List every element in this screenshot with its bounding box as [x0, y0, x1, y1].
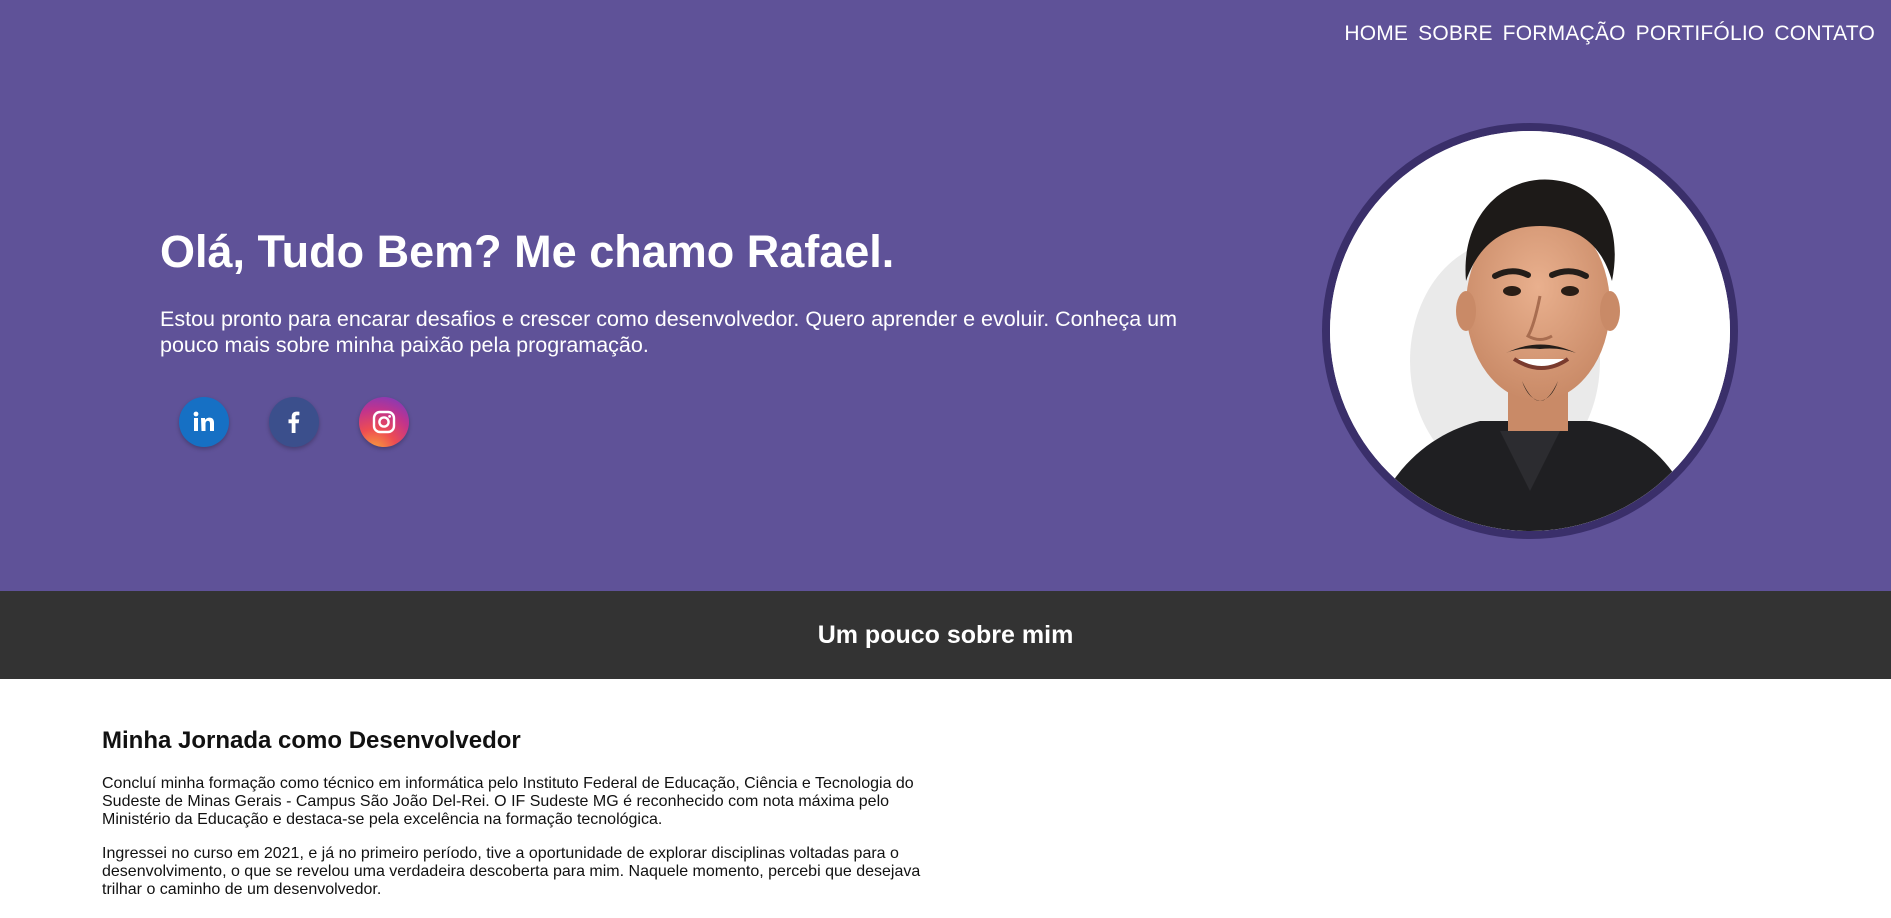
about-paragraph: Concluí minha formação como técnico em i… [102, 775, 914, 828]
nav-sobre[interactable]: SOBRE [1418, 22, 1493, 46]
about-section: Minha Jornada como Desenvolvedor Concluí… [0, 679, 940, 899]
person-portrait-icon [1330, 131, 1730, 531]
nav-portifolio[interactable]: PORTIFÓLIO [1636, 22, 1765, 46]
nav-contato[interactable]: CONTATO [1774, 22, 1875, 46]
facebook-link[interactable] [269, 397, 319, 447]
profile-photo [1330, 131, 1730, 531]
instagram-link[interactable] [359, 397, 409, 447]
nav-formacao[interactable]: FORMAÇÃO [1503, 22, 1626, 46]
facebook-icon [288, 411, 300, 433]
linkedin-link[interactable] [179, 397, 229, 447]
linkedin-icon [193, 411, 214, 431]
about-paragraph: Ingressei no curso em 2021, e já no prim… [102, 845, 921, 898]
hero-title: Olá, Tudo Bem? Me chamo Rafael. [160, 226, 895, 277]
section-title: Um pouco sobre mim [817, 620, 1074, 649]
nav-home[interactable]: HOME [1344, 22, 1408, 46]
instagram-icon [372, 410, 396, 434]
hero-section: HOME SOBRE FORMAÇÃO PORTIFÓLIO CONTATO O… [0, 0, 1891, 591]
main-nav: HOME SOBRE FORMAÇÃO PORTIFÓLIO CONTATO [1344, 22, 1875, 46]
hero-subtitle: Estou pronto para encarar desafios e cre… [160, 307, 1178, 357]
section-title-bar: Um pouco sobre mim [0, 591, 1891, 679]
social-links [179, 397, 409, 447]
about-heading: Minha Jornada como Desenvolvedor [102, 727, 521, 754]
profile-photo-frame [1322, 123, 1738, 539]
hero-text: Olá, Tudo Bem? Me chamo Rafael. Estou pr… [160, 226, 1180, 358]
